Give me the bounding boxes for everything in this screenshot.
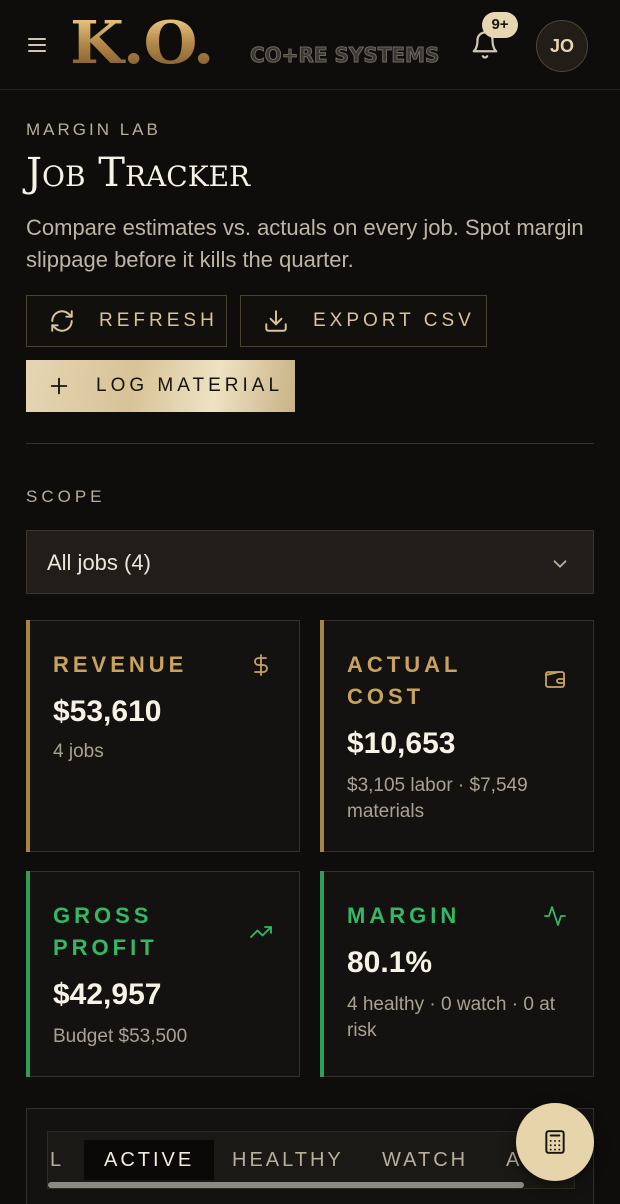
- page-eyebrow: MARGIN LAB: [26, 120, 161, 139]
- scope-select[interactable]: All jobs (4): [26, 530, 594, 594]
- log-material-button[interactable]: LOG MATERIAL: [26, 360, 295, 412]
- actual-cost-note: $3,105 labor · $7,549 materials: [347, 775, 528, 822]
- tab-watch[interactable]: WATCH: [382, 1140, 468, 1180]
- avatar[interactable]: JO: [536, 20, 588, 72]
- scope-label: SCOPE: [26, 487, 106, 506]
- margin-label: MARGIN: [347, 903, 461, 928]
- gross-profit-label: GROSS PROFIT: [53, 903, 158, 960]
- download-icon: [265, 310, 287, 332]
- margin-value: 80.1%: [347, 946, 433, 979]
- export-csv-button[interactable]: EXPORT CSV: [240, 295, 487, 347]
- calculator-button[interactable]: [516, 1103, 594, 1181]
- margin-note: 4 healthy · 0 watch · 0 at risk: [347, 994, 556, 1041]
- plus-icon: [50, 377, 68, 395]
- activity-icon: [544, 906, 566, 926]
- actual-cost-value: $10,653: [347, 727, 456, 760]
- revenue-card: REVENUE $53,610 4 jobs: [26, 620, 300, 852]
- company-logo[interactable]: K.O. CO+RE SYSTEMS: [70, 10, 440, 76]
- gross-profit-value: $42,957: [53, 978, 162, 1011]
- gross-profit-card: GROSS PROFIT $42,957 Budget $53,500: [26, 871, 300, 1077]
- refresh-icon: [51, 310, 73, 332]
- status-tabs: L ACTIVE HEALTHY WATCH A: [47, 1131, 575, 1189]
- card-accent: [320, 620, 324, 852]
- revenue-value: $53,610: [53, 695, 162, 728]
- top-bar: K.O. CO+RE SYSTEMS 9+ JO: [0, 0, 620, 90]
- menu-icon[interactable]: [26, 34, 50, 56]
- dollar-icon: [254, 654, 268, 676]
- margin-card: MARGIN 80.1% 4 healthy · 0 watch · 0 at …: [320, 871, 594, 1077]
- card-accent: [26, 620, 30, 852]
- scope-selected-value: All jobs (4): [47, 550, 151, 575]
- revenue-label: REVENUE: [53, 652, 188, 677]
- gross-profit-note: Budget $53,500: [53, 1026, 188, 1047]
- logo-sub: CO+RE SYSTEMS: [249, 43, 440, 68]
- section-divider: [26, 443, 594, 444]
- jobs-panel: L ACTIVE HEALTHY WATCH A: [26, 1108, 594, 1204]
- log-material-label: LOG MATERIAL: [96, 375, 284, 396]
- revenue-note: 4 jobs: [53, 741, 104, 762]
- card-accent: [26, 871, 30, 1077]
- logo-main: K.O.: [70, 7, 214, 78]
- actual-cost-card: ACTUAL COST $10,653 $3,105 labor · $7,54…: [320, 620, 594, 852]
- card-accent: [320, 871, 324, 1077]
- tab-active[interactable]: ACTIVE: [84, 1140, 215, 1180]
- actual-cost-label: ACTUAL COST: [347, 652, 462, 709]
- wallet-icon: [545, 671, 565, 688]
- refresh-label: REFRESH: [99, 310, 218, 331]
- calculator-icon: [545, 1130, 565, 1154]
- notification-badge: 9+: [482, 12, 518, 38]
- export-csv-label: EXPORT CSV: [313, 310, 475, 331]
- chevron-down-icon: [553, 560, 567, 568]
- trending-up-icon: [250, 926, 272, 938]
- tabs-scrollbar[interactable]: [48, 1182, 524, 1188]
- tab-all[interactable]: L: [50, 1140, 64, 1180]
- page-subtitle: Compare estimates vs. actuals on every j…: [26, 215, 584, 272]
- page-title: Job Tracker: [26, 150, 251, 196]
- tab-healthy[interactable]: HEALTHY: [232, 1140, 344, 1180]
- refresh-button[interactable]: REFRESH: [26, 295, 227, 347]
